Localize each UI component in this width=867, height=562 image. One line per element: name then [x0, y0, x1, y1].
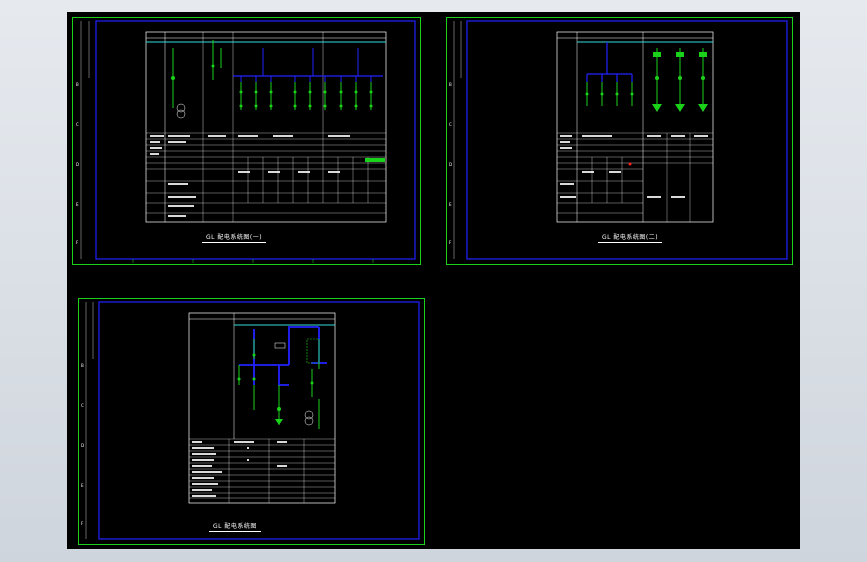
sheet-2-drawing: B C D E F [449, 20, 788, 260]
svg-text:C: C [449, 122, 452, 127]
drawing-sheet-1[interactable]: B C D E F GL 配电系统图(一) [72, 17, 421, 265]
svg-text:F: F [81, 521, 84, 526]
svg-text:D: D [76, 162, 79, 167]
svg-text:B: B [449, 82, 452, 87]
svg-text:B: B [76, 82, 79, 87]
sheet-3-drawing: B C D E F [81, 301, 420, 540]
svg-text:E: E [76, 202, 79, 207]
svg-text:C: C [76, 122, 79, 127]
drawing-viewport[interactable]: B C D E F GL 配电系统图(一) B C D E F GL 配电系统图(二) … [67, 12, 800, 549]
sheet-1-drawing: B C D E F [76, 20, 416, 263]
svg-text:F: F [449, 240, 452, 245]
svg-text:F: F [76, 240, 79, 245]
svg-text:C: C [81, 403, 84, 408]
sheet-2-caption: GL 配电系统图(二) [597, 234, 663, 243]
svg-text:B: B [81, 363, 84, 368]
svg-text:D: D [449, 162, 452, 167]
svg-text:D: D [81, 443, 84, 448]
drawing-sheet-3[interactable]: B C D E F GL 配电系统图 [78, 298, 425, 545]
sheet-3-caption: GL 配电系统图 [209, 523, 261, 532]
drawing-sheet-2[interactable]: B C D E F GL 配电系统图(二) [446, 17, 793, 265]
sheet-1-caption: GL 配电系统图(一) [201, 234, 267, 243]
svg-text:E: E [449, 202, 452, 207]
svg-text:E: E [81, 483, 84, 488]
